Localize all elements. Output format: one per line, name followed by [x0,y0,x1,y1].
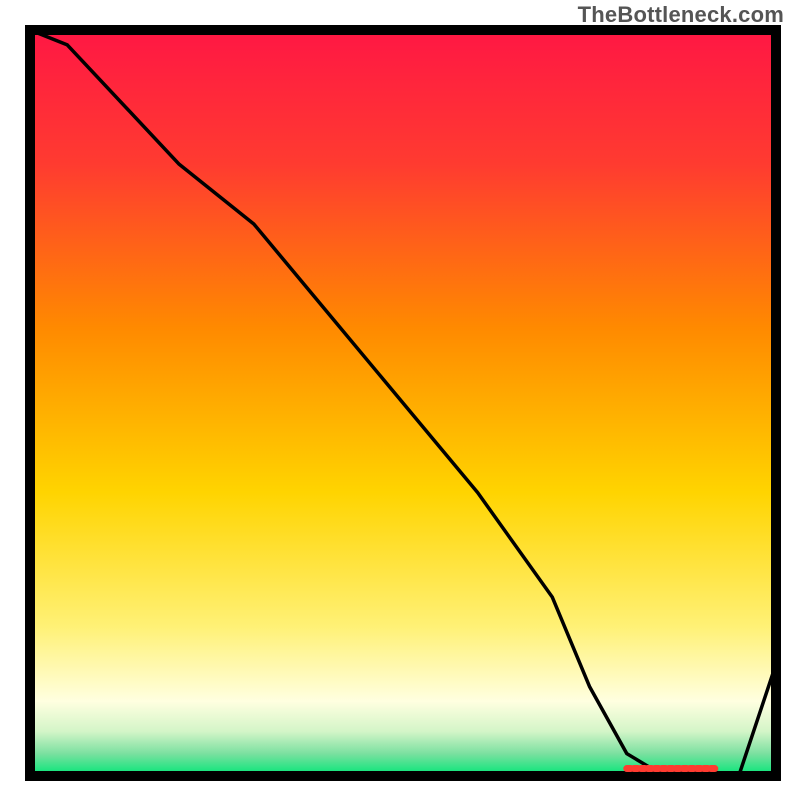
bottleneck-chart [0,0,800,800]
chart-container: TheBottleneck.com [0,0,800,800]
